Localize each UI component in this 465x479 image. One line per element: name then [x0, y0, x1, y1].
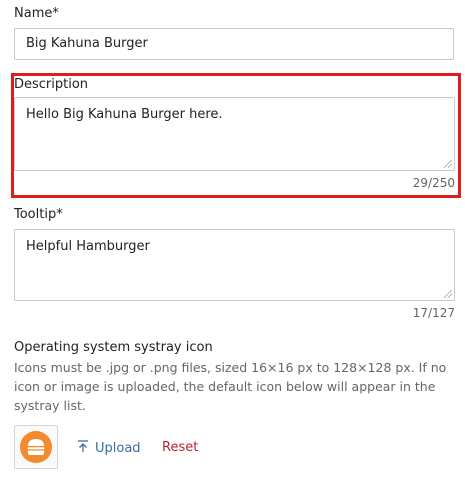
description-label: Description — [14, 77, 89, 92]
systray-title: Operating system systray icon — [14, 340, 213, 355]
systray-icon-preview — [14, 425, 58, 469]
tooltip-label: Tooltip* — [14, 207, 63, 222]
resize-handle-icon[interactable] — [444, 290, 452, 298]
reset-button-label: Reset — [162, 440, 199, 455]
upload-button-label: Upload — [95, 441, 141, 456]
upload-button[interactable]: Upload — [77, 440, 141, 456]
tooltip-char-counter: 17/127 — [412, 306, 455, 320]
tooltip-textarea[interactable]: Helpful Hamburger — [14, 229, 455, 301]
tooltip-textarea-value: Helpful Hamburger — [26, 239, 150, 254]
reset-button[interactable]: Reset — [162, 440, 198, 455]
description-textarea-value: Hello Big Kahuna Burger here. — [26, 107, 223, 122]
name-label: Name* — [14, 6, 59, 21]
resize-handle-icon[interactable] — [444, 160, 452, 168]
description-textarea[interactable]: Hello Big Kahuna Burger here. — [14, 97, 455, 171]
description-char-counter: 29/250 — [412, 176, 455, 190]
upload-icon — [78, 440, 88, 452]
name-input-value: Big Kahuna Burger — [26, 36, 148, 51]
name-input[interactable]: Big Kahuna Burger — [14, 28, 454, 60]
systray-help-text: Icons must be .jpg or .png files, sized … — [14, 360, 447, 413]
hamburger-icon — [20, 431, 52, 463]
